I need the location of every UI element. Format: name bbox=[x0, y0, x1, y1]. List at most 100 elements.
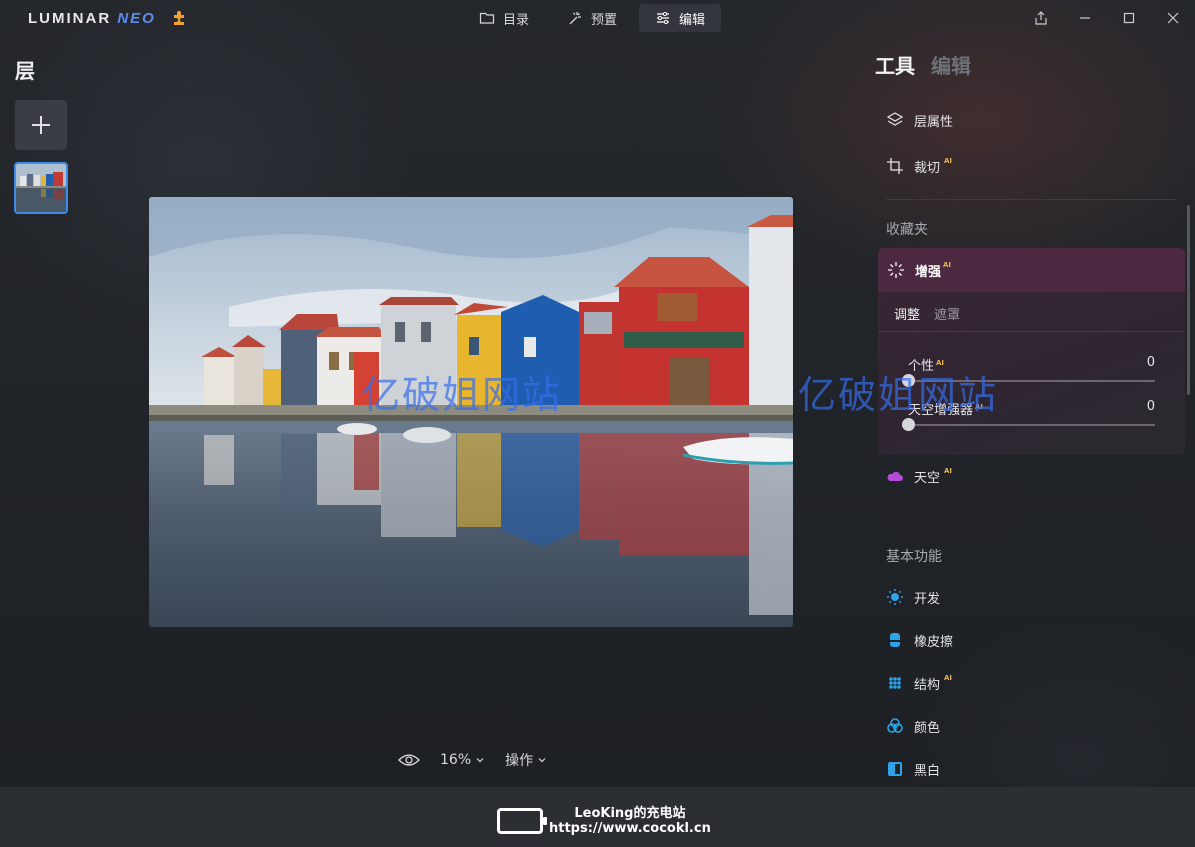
tool-color-label: 颜色 bbox=[914, 720, 941, 736]
photo-canvas[interactable] bbox=[149, 197, 793, 627]
canal-houses-photo bbox=[149, 197, 793, 627]
zoom-value: 16% bbox=[440, 752, 472, 768]
minimize-button[interactable] bbox=[1063, 0, 1107, 36]
logo-neo: NEO bbox=[117, 9, 156, 27]
slider-sky-enhancer-label: 天空增强器 AI bbox=[908, 399, 983, 418]
footer-line-1: LeoKing的充电站 bbox=[574, 806, 686, 821]
ai-badge: AI bbox=[936, 359, 945, 367]
chevron-down-icon bbox=[476, 758, 484, 763]
tool-structure[interactable]: 结构 AI bbox=[886, 672, 952, 694]
extensions-puzzle-icon[interactable] bbox=[170, 8, 190, 28]
tools-scrollbar[interactable] bbox=[1187, 205, 1190, 395]
slider-sky-enhancer-handle[interactable] bbox=[902, 418, 915, 431]
share-icon bbox=[1035, 11, 1047, 25]
crop-icon bbox=[887, 158, 903, 174]
sliders-icon bbox=[657, 11, 670, 25]
slider-accent-handle[interactable] bbox=[902, 374, 915, 387]
eraser-icon bbox=[890, 633, 900, 647]
tool-eraser-label: 橡皮擦 bbox=[914, 634, 954, 650]
subtab-adjust[interactable]: 调整 bbox=[894, 304, 920, 331]
slider-sky-enhancer-value: 0 bbox=[1146, 399, 1155, 414]
minimize-icon bbox=[1080, 17, 1090, 19]
battery-icon bbox=[497, 808, 547, 834]
divider bbox=[886, 199, 1176, 200]
tool-color[interactable]: 颜色 bbox=[886, 715, 940, 737]
preview-toggle[interactable] bbox=[398, 752, 420, 768]
title-bar: LUMINAR NEO 目录 预置 编辑 bbox=[0, 0, 1195, 36]
tool-black-white-label: 黑白 bbox=[914, 763, 941, 779]
enhance-title: 增强 bbox=[915, 264, 942, 280]
ai-badge: AI bbox=[975, 403, 984, 411]
actions-dropdown[interactable]: 操作 bbox=[505, 750, 547, 770]
tool-develop[interactable]: 开发 bbox=[886, 586, 940, 608]
black-white-icon bbox=[888, 762, 902, 776]
folder-icon bbox=[479, 12, 495, 24]
footer-line-2: https://www.cocokl.cn bbox=[549, 821, 711, 836]
tab-tools[interactable]: 工具 bbox=[875, 50, 915, 79]
tool-layer-properties[interactable]: 层属性 bbox=[886, 109, 953, 131]
share-button[interactable] bbox=[1019, 0, 1063, 36]
close-icon bbox=[1167, 12, 1179, 24]
tool-sky[interactable]: 天空 AI bbox=[886, 465, 952, 487]
slider-accent-name: 个性 bbox=[908, 359, 935, 374]
actions-label: 操作 bbox=[505, 753, 534, 769]
tool-structure-label: 结构 bbox=[914, 677, 941, 693]
ai-badge: AI bbox=[944, 674, 953, 682]
zoom-dropdown[interactable]: 16% bbox=[440, 752, 485, 768]
luminar-app-window: LUMINAR NEO 目录 预置 编辑 层 16% 操作 工具 编辑 层属性 … bbox=[0, 0, 1195, 787]
slider-sky-enhancer-label-row: 天空增强器 AI 0 bbox=[908, 399, 1155, 418]
logo-luminar: LUMINAR bbox=[28, 9, 112, 27]
dots-grid-icon bbox=[889, 677, 901, 689]
tool-black-white[interactable]: 黑白 bbox=[886, 758, 940, 780]
enhance-tool-header[interactable]: 增强 AI bbox=[878, 248, 1185, 292]
maximize-icon bbox=[1123, 12, 1135, 24]
enhance-tool-panel: 增强 AI 调整 遮罩 个性 AI 0 天空增强器 AI 0 bbox=[878, 248, 1185, 455]
sun-icon bbox=[887, 589, 903, 605]
maximize-button[interactable] bbox=[1107, 0, 1151, 36]
favorites-section-label: 收藏夹 bbox=[886, 222, 928, 238]
tab-catalog-label: 目录 bbox=[503, 12, 530, 28]
tool-crop-label: 裁切 bbox=[914, 160, 941, 176]
tool-develop-label: 开发 bbox=[914, 591, 941, 607]
ai-badge: AI bbox=[944, 157, 953, 165]
cloud-icon bbox=[887, 471, 903, 481]
footer-text: LeoKing的充电站 https://www.cocokl.cn bbox=[549, 806, 711, 836]
slider-accent-value: 0 bbox=[1146, 355, 1155, 370]
view-toolbar: 16% 操作 bbox=[398, 750, 547, 770]
layers-icon bbox=[886, 112, 904, 126]
tab-presets[interactable]: 预置 bbox=[551, 4, 633, 32]
tab-catalog[interactable]: 目录 bbox=[463, 4, 545, 32]
tool-sky-label: 天空 bbox=[914, 470, 941, 486]
app-logo: LUMINAR NEO bbox=[28, 8, 190, 28]
slider-accent-label-row: 个性 AI 0 bbox=[908, 355, 1155, 374]
tool-eraser[interactable]: 橡皮擦 bbox=[886, 629, 953, 651]
tab-presets-label: 预置 bbox=[591, 12, 618, 28]
sparkle-icon bbox=[888, 262, 904, 278]
slider-sky-enhancer[interactable]: 天空增强器 AI 0 bbox=[902, 399, 1155, 431]
close-button[interactable] bbox=[1151, 0, 1195, 36]
slider-accent-label: 个性 AI bbox=[908, 355, 944, 374]
slider-sky-enhancer-name: 天空增强器 bbox=[908, 403, 974, 418]
tool-crop[interactable]: 裁切 AI bbox=[886, 155, 952, 177]
layer-thumbnail[interactable] bbox=[14, 162, 68, 214]
tool-layer-properties-label: 层属性 bbox=[914, 114, 954, 130]
ai-badge: AI bbox=[944, 467, 953, 475]
slider-accent-track[interactable] bbox=[902, 374, 1155, 387]
color-circles-icon bbox=[887, 718, 903, 733]
tools-panel-tabs: 工具 编辑 bbox=[875, 50, 971, 79]
enhance-subtabs: 调整 遮罩 bbox=[878, 292, 1185, 332]
subtab-mask[interactable]: 遮罩 bbox=[934, 304, 960, 331]
slider-accent[interactable]: 个性 AI 0 bbox=[902, 355, 1155, 387]
tab-edit-label: 编辑 bbox=[679, 12, 706, 28]
layers-title: 层 bbox=[15, 59, 35, 83]
slider-sky-enhancer-track[interactable] bbox=[902, 418, 1155, 431]
add-layer-button[interactable] bbox=[15, 100, 67, 150]
logo-text: LUMINAR NEO bbox=[28, 10, 156, 27]
magic-wand-icon bbox=[569, 12, 582, 25]
main-nav: 目录 预置 编辑 bbox=[463, 4, 722, 32]
plus-icon bbox=[32, 116, 50, 134]
tab-edit-history[interactable]: 编辑 bbox=[931, 50, 971, 79]
tab-edit[interactable]: 编辑 bbox=[639, 4, 722, 32]
eye-icon bbox=[398, 754, 420, 766]
basics-section-label: 基本功能 bbox=[886, 549, 942, 565]
